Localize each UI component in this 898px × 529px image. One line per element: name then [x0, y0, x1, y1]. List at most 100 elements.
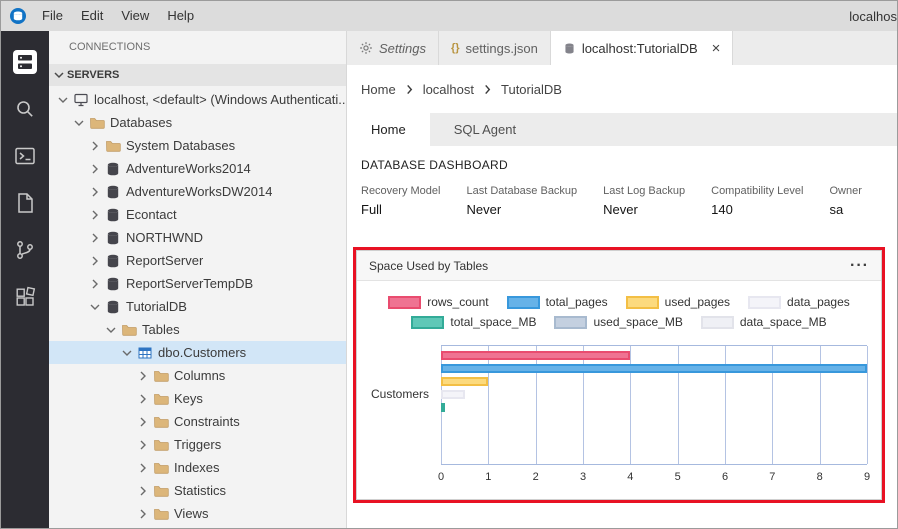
legend-label: rows_count [427, 295, 488, 309]
tree-item-databases[interactable]: Databases [49, 111, 346, 134]
chevron-right-icon [483, 84, 492, 95]
tree-item-label: Databases [110, 115, 172, 130]
menu-edit[interactable]: Edit [72, 1, 112, 31]
server-icon [73, 92, 89, 108]
menu-file[interactable]: File [33, 1, 72, 31]
x-tick-label: 5 [675, 471, 681, 483]
chevron-right-icon [135, 483, 151, 499]
property-label: Last Log Backup [603, 185, 685, 197]
tab-sql-agent[interactable]: SQL Agent [430, 113, 540, 146]
tab-home[interactable]: Home [347, 113, 430, 146]
legend-item-rows-count[interactable]: rows_count [388, 295, 488, 309]
folder-icon [153, 414, 169, 430]
tree-item-northwnd[interactable]: NORTHWND [49, 226, 346, 249]
tree-item-tables[interactable]: Tables [49, 318, 346, 341]
editor-tab-localhost-tutorialdb[interactable]: localhost:TutorialDB × [551, 31, 734, 65]
tree-item-adventureworks2014[interactable]: AdventureWorks2014 [49, 157, 346, 180]
database-icon [105, 276, 121, 292]
close-icon[interactable]: × [712, 41, 721, 56]
breadcrumb-item-tutorialdb[interactable]: TutorialDB [501, 82, 562, 97]
source-control-icon [14, 239, 36, 266]
legend-label: used_pages [665, 295, 730, 309]
legend-item-data-space-mb[interactable]: data_space_MB [701, 315, 827, 329]
folder-icon [153, 506, 169, 522]
menu-view[interactable]: View [112, 1, 158, 31]
chart-bars [441, 346, 867, 442]
chevron-right-icon [135, 391, 151, 407]
database-icon [105, 299, 121, 315]
tree-item-dbo-customers[interactable]: dbo.Customers [49, 341, 346, 364]
dashboard-tab-bar: HomeSQL Agent [347, 113, 897, 146]
titlebar: File Edit View Help localhos [1, 1, 897, 31]
property-value: Never [466, 202, 577, 217]
x-tick-label: 2 [533, 471, 539, 483]
legend-item-used-pages[interactable]: used_pages [626, 295, 730, 309]
editor-area: Settings{}settings.jsonlocalhost:Tutoria… [347, 31, 897, 528]
widget-menu-button[interactable]: ··· [850, 261, 869, 271]
x-tick-label: 9 [864, 471, 870, 483]
tree-item-label: NORTHWND [126, 230, 203, 245]
legend-item-total-space-mb[interactable]: total_space_MB [411, 315, 536, 329]
chart-bar-row [441, 416, 867, 425]
activity-terminal-button[interactable] [1, 135, 49, 182]
chevron-down-icon [71, 115, 87, 131]
tree-item-reportserver[interactable]: ReportServer [49, 249, 346, 272]
activity-extensions-button[interactable] [1, 276, 49, 323]
tree-item-reportservertempdb[interactable]: ReportServerTempDB [49, 272, 346, 295]
chevron-down-icon [51, 67, 67, 83]
tree-item-label: TutorialDB [126, 299, 187, 314]
servers-section-header[interactable]: SERVERS [49, 64, 346, 86]
chevron-right-icon [87, 184, 103, 200]
x-tick-label: 6 [722, 471, 728, 483]
tree-item-indexes[interactable]: Indexes [49, 456, 346, 479]
menu-help[interactable]: Help [158, 1, 203, 31]
chart-bar-data-pages [441, 390, 465, 399]
property-value: 140 [711, 202, 803, 217]
sidebar: CONNECTIONS SERVERS localhost, <default>… [49, 31, 347, 528]
tree-item-keys[interactable]: Keys [49, 387, 346, 410]
tree-item-statistics[interactable]: Statistics [49, 479, 346, 502]
tree-item-columns[interactable]: Columns [49, 364, 346, 387]
space-used-widget: Space Used by Tables ··· rows_counttotal… [356, 250, 882, 500]
legend-item-used-space-mb[interactable]: used_space_MB [554, 315, 682, 329]
tree-item-label: AdventureWorks2014 [126, 161, 251, 176]
editor-tab-settings[interactable]: Settings [347, 31, 439, 65]
tree-item-tutorialdb[interactable]: TutorialDB [49, 295, 346, 318]
database-icon [105, 207, 121, 223]
chart: Customers 0123456789 [371, 345, 867, 489]
chart-category-label: Customers [371, 345, 441, 489]
legend-item-data-pages[interactable]: data_pages [748, 295, 850, 309]
property-last-database-backup: Last Database Backup Never [466, 185, 577, 217]
chart-bar-total-pages [441, 364, 867, 373]
chevron-right-icon [87, 276, 103, 292]
breadcrumb-item-home[interactable]: Home [361, 82, 396, 97]
folder-icon [89, 115, 105, 131]
tree-item-label: ReportServerTempDB [126, 276, 253, 291]
tree-item-constraints[interactable]: Constraints [49, 410, 346, 433]
activity-source-control-button[interactable] [1, 229, 49, 276]
legend-swatch [554, 316, 587, 329]
activity-connections-button[interactable] [1, 41, 49, 88]
tree-item-triggers[interactable]: Triggers [49, 433, 346, 456]
activity-search-button[interactable] [1, 88, 49, 135]
chart-legend: rows_count total_pages used_pages data_page… [371, 295, 867, 329]
property-label: Last Database Backup [466, 185, 577, 197]
tree-item-system-databases[interactable]: System Databases [49, 134, 346, 157]
sidebar-title: CONNECTIONS [49, 31, 346, 64]
breadcrumb-item-localhost[interactable]: localhost [423, 82, 474, 97]
tree-item-adventureworksdw2014[interactable]: AdventureWorksDW2014 [49, 180, 346, 203]
tab-label: localhost:TutorialDB [582, 41, 698, 56]
tree-item-label: System Databases [126, 138, 235, 153]
activity-file-button[interactable] [1, 182, 49, 229]
chevron-right-icon [87, 161, 103, 177]
folder-icon [105, 138, 121, 154]
legend-label: data_space_MB [740, 315, 827, 329]
tree-item-views[interactable]: Views [49, 502, 346, 525]
tree-item-label: AdventureWorksDW2014 [126, 184, 272, 199]
tree-item-econtact[interactable]: Econtact [49, 203, 346, 226]
property-value: sa [829, 202, 861, 217]
legend-item-total-pages[interactable]: total_pages [507, 295, 608, 309]
tree-item-localhost-default-windows-authenticati[interactable]: localhost, <default> (Windows Authentica… [49, 88, 346, 111]
editor-tab-settings-json[interactable]: {}settings.json [439, 31, 551, 65]
database-icon [563, 42, 576, 55]
